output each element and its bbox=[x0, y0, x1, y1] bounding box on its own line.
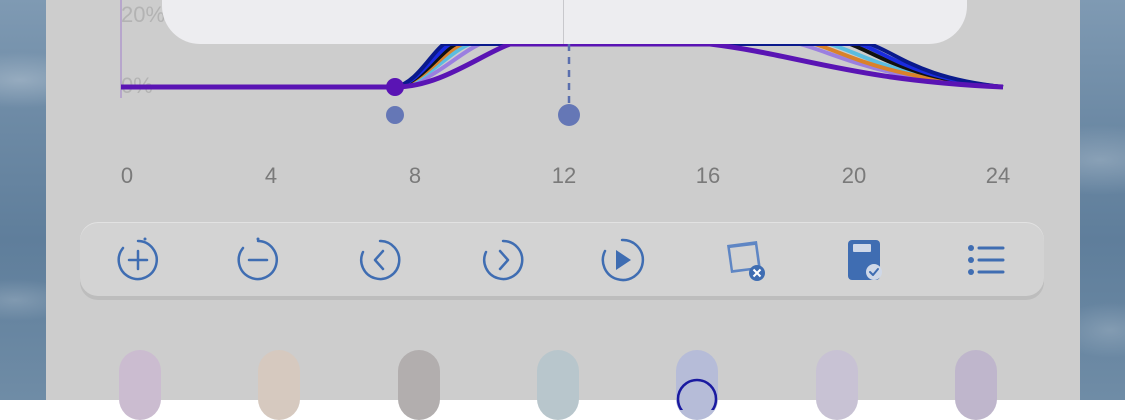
chevron-right-icon bbox=[483, 239, 524, 281]
play-icon bbox=[601, 238, 645, 282]
save-button[interactable] bbox=[840, 236, 888, 284]
zoom-out-button[interactable] bbox=[234, 236, 282, 284]
previous-button[interactable] bbox=[356, 236, 404, 284]
x-tick-0: 0 bbox=[120, 163, 134, 188]
start-point-marker[interactable] bbox=[386, 78, 404, 96]
color-swatch-2[interactable] bbox=[258, 350, 300, 420]
color-swatch-3[interactable] bbox=[398, 350, 440, 420]
save-check-icon bbox=[848, 240, 882, 280]
square-x-icon bbox=[727, 241, 765, 281]
list-icon bbox=[968, 245, 1005, 275]
chevron-left-icon bbox=[360, 239, 401, 281]
color-swatch-4[interactable] bbox=[537, 350, 579, 420]
clear-button[interactable] bbox=[720, 236, 768, 284]
series-lines bbox=[121, 41, 1004, 90]
color-swatch-6[interactable] bbox=[816, 350, 858, 420]
x-tick-16: 16 bbox=[695, 163, 721, 188]
minus-circle-icon bbox=[237, 237, 278, 281]
list-button[interactable] bbox=[962, 236, 1010, 284]
popup-divider bbox=[563, 0, 564, 44]
selected-indicator bbox=[676, 378, 718, 410]
color-swatch-7[interactable] bbox=[955, 350, 997, 420]
x-tick-24: 24 bbox=[985, 163, 1011, 188]
x-tick-4: 4 bbox=[264, 163, 278, 188]
x-tick-20: 20 bbox=[841, 163, 867, 188]
x-tick-12: 12 bbox=[551, 163, 577, 188]
y-label-20: 20% bbox=[121, 2, 165, 27]
start-handle[interactable] bbox=[386, 106, 404, 124]
popup-overlay bbox=[162, 0, 967, 44]
color-swatch-1[interactable] bbox=[119, 350, 161, 420]
next-button[interactable] bbox=[479, 236, 527, 284]
current-time-handle[interactable] bbox=[558, 104, 580, 126]
toolbar bbox=[80, 222, 1044, 296]
plus-circle-icon bbox=[117, 237, 158, 281]
color-swatch-5[interactable] bbox=[676, 350, 718, 420]
zoom-in-button[interactable] bbox=[114, 236, 162, 284]
chart-area: 20% 0% bbox=[120, 0, 1004, 126]
x-tick-8: 8 bbox=[408, 163, 422, 188]
play-button[interactable] bbox=[598, 236, 646, 284]
